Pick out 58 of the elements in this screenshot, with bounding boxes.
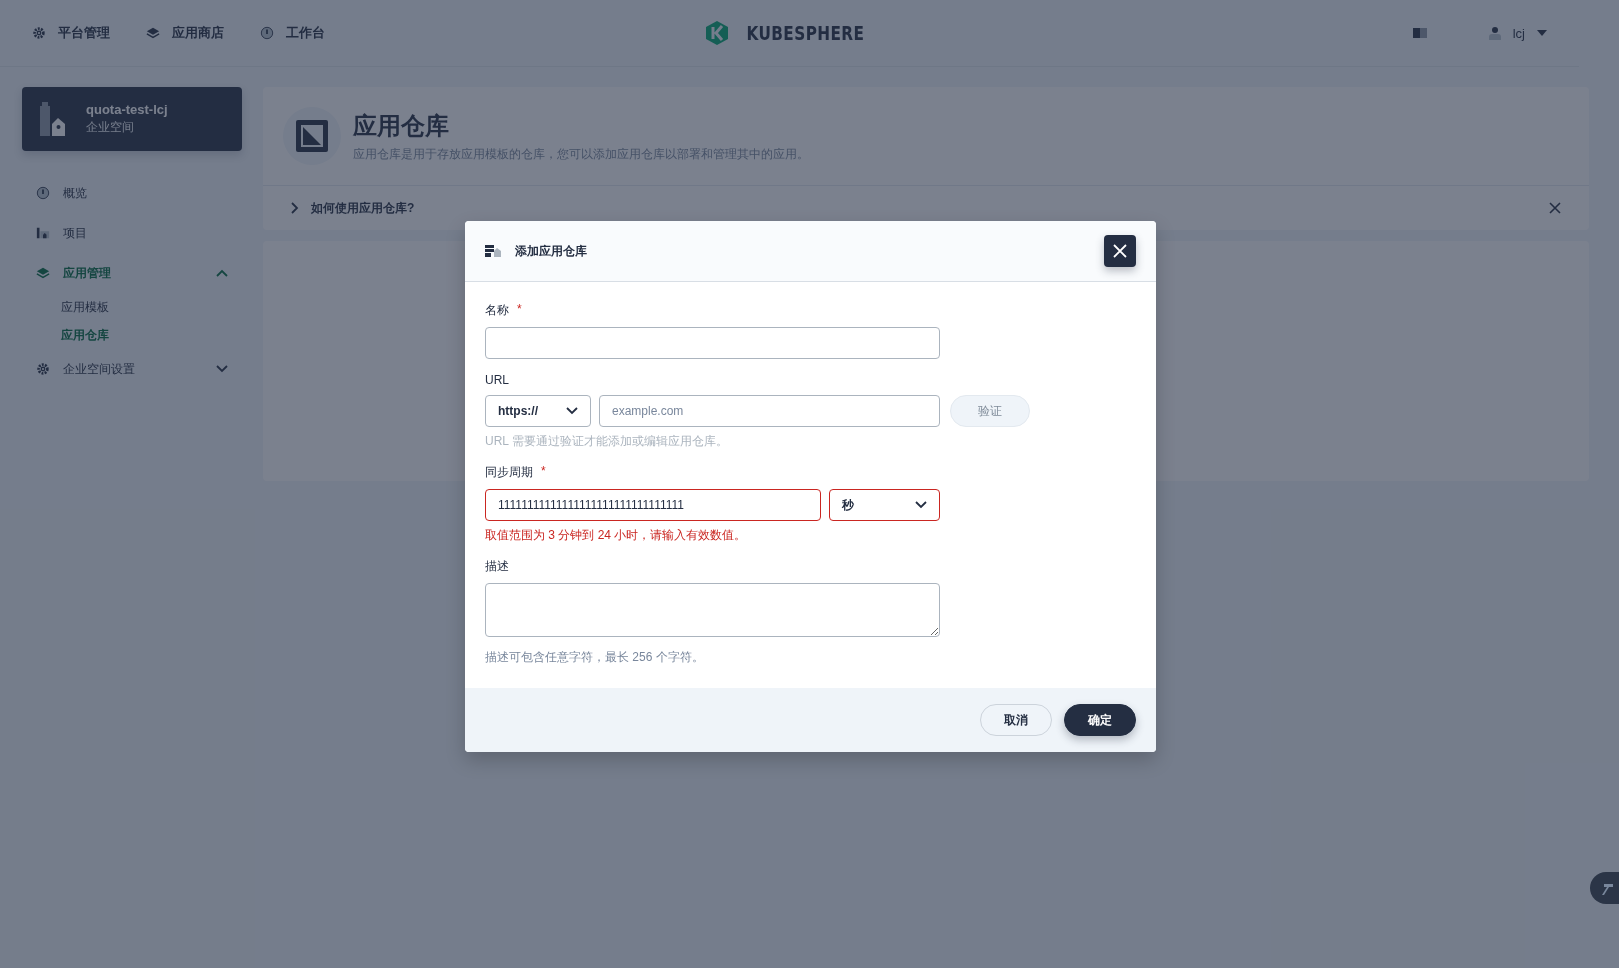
workspace-card[interactable]: quota-test-lcj 企业空间	[22, 87, 242, 151]
protocol-select[interactable]: https://	[485, 395, 591, 427]
sidebar-item[interactable]: 概览	[22, 173, 242, 213]
close-icon	[1113, 244, 1127, 258]
error-message: 取值范围为 3 分钟到 24 小时，请输入有效数值。	[485, 527, 748, 544]
help-link[interactable]: 如何使用应用仓库?	[311, 199, 1537, 217]
chevron-up-icon	[216, 269, 228, 277]
building-icon	[40, 102, 66, 136]
url-field[interactable]: example.com	[599, 395, 940, 427]
field-label: 同步周期	[485, 464, 533, 481]
required-mark: *	[541, 464, 546, 480]
dashboard-icon	[36, 186, 50, 200]
sidebar-subitem[interactable]: 应用仓库	[22, 321, 242, 349]
unit-select[interactable]: 秒	[829, 489, 940, 521]
nav-link[interactable]: 应用商店	[146, 24, 224, 42]
theme-toggle-icon[interactable]	[1412, 28, 1427, 38]
repository-icon	[294, 118, 330, 154]
field-label: 名称	[485, 302, 509, 319]
sidebar-item[interactable]: 应用管理	[22, 253, 242, 293]
description-hint: 描述可包含任意字符，最长 256 个字符。	[485, 649, 705, 666]
user-name[interactable]: lcj	[1512, 25, 1525, 41]
logo-icon	[704, 20, 731, 46]
field-label: 描述	[485, 558, 509, 575]
dialog-title: 添加应用仓库	[515, 242, 588, 260]
hammer-icon	[1600, 881, 1614, 895]
nav-link[interactable]: 工作台	[260, 24, 325, 42]
sync-period-field[interactable]: 11111111111111111111111111111111	[485, 489, 821, 521]
gear-icon	[36, 362, 50, 376]
logo-text: KUBESPHERE	[746, 21, 865, 45]
required-mark: *	[517, 302, 522, 318]
close-button[interactable]	[1104, 235, 1136, 267]
url-hint: URL 需要通过验证才能添加或编辑应用仓库。	[485, 433, 729, 450]
page-title: 应用仓库	[353, 110, 450, 141]
cancel-button[interactable]: 取消	[980, 704, 1052, 736]
chevron-down-icon	[915, 501, 927, 509]
field-label: URL	[485, 373, 509, 387]
workspace-type: 企业空间	[86, 119, 135, 136]
sidebar-subitem[interactable]: 应用模板	[22, 293, 242, 321]
name-field[interactable]	[485, 327, 940, 359]
caret-icon[interactable]	[1537, 30, 1547, 36]
layers-icon	[36, 266, 50, 280]
sidebar-item[interactable]: 企业空间设置	[22, 349, 242, 389]
chevron-right-icon[interactable]	[291, 202, 299, 214]
ok-button[interactable]: 确定	[1064, 704, 1136, 736]
sidebar-item[interactable]: 项目	[22, 213, 242, 253]
user-icon	[1488, 26, 1501, 40]
gear-icon	[32, 26, 46, 40]
workspace-name: quota-test-lcj	[86, 102, 168, 117]
layers-icon	[146, 26, 160, 40]
chevron-down-icon	[216, 365, 228, 373]
nav-link[interactable]: 平台管理	[32, 24, 110, 42]
dashboard-icon	[260, 26, 274, 40]
description-field[interactable]	[485, 583, 940, 637]
project-icon	[36, 226, 50, 240]
chevron-down-icon	[566, 407, 578, 415]
repository-icon	[485, 245, 501, 257]
verify-button[interactable]: 验证	[950, 395, 1030, 427]
close-icon[interactable]	[1549, 202, 1561, 214]
